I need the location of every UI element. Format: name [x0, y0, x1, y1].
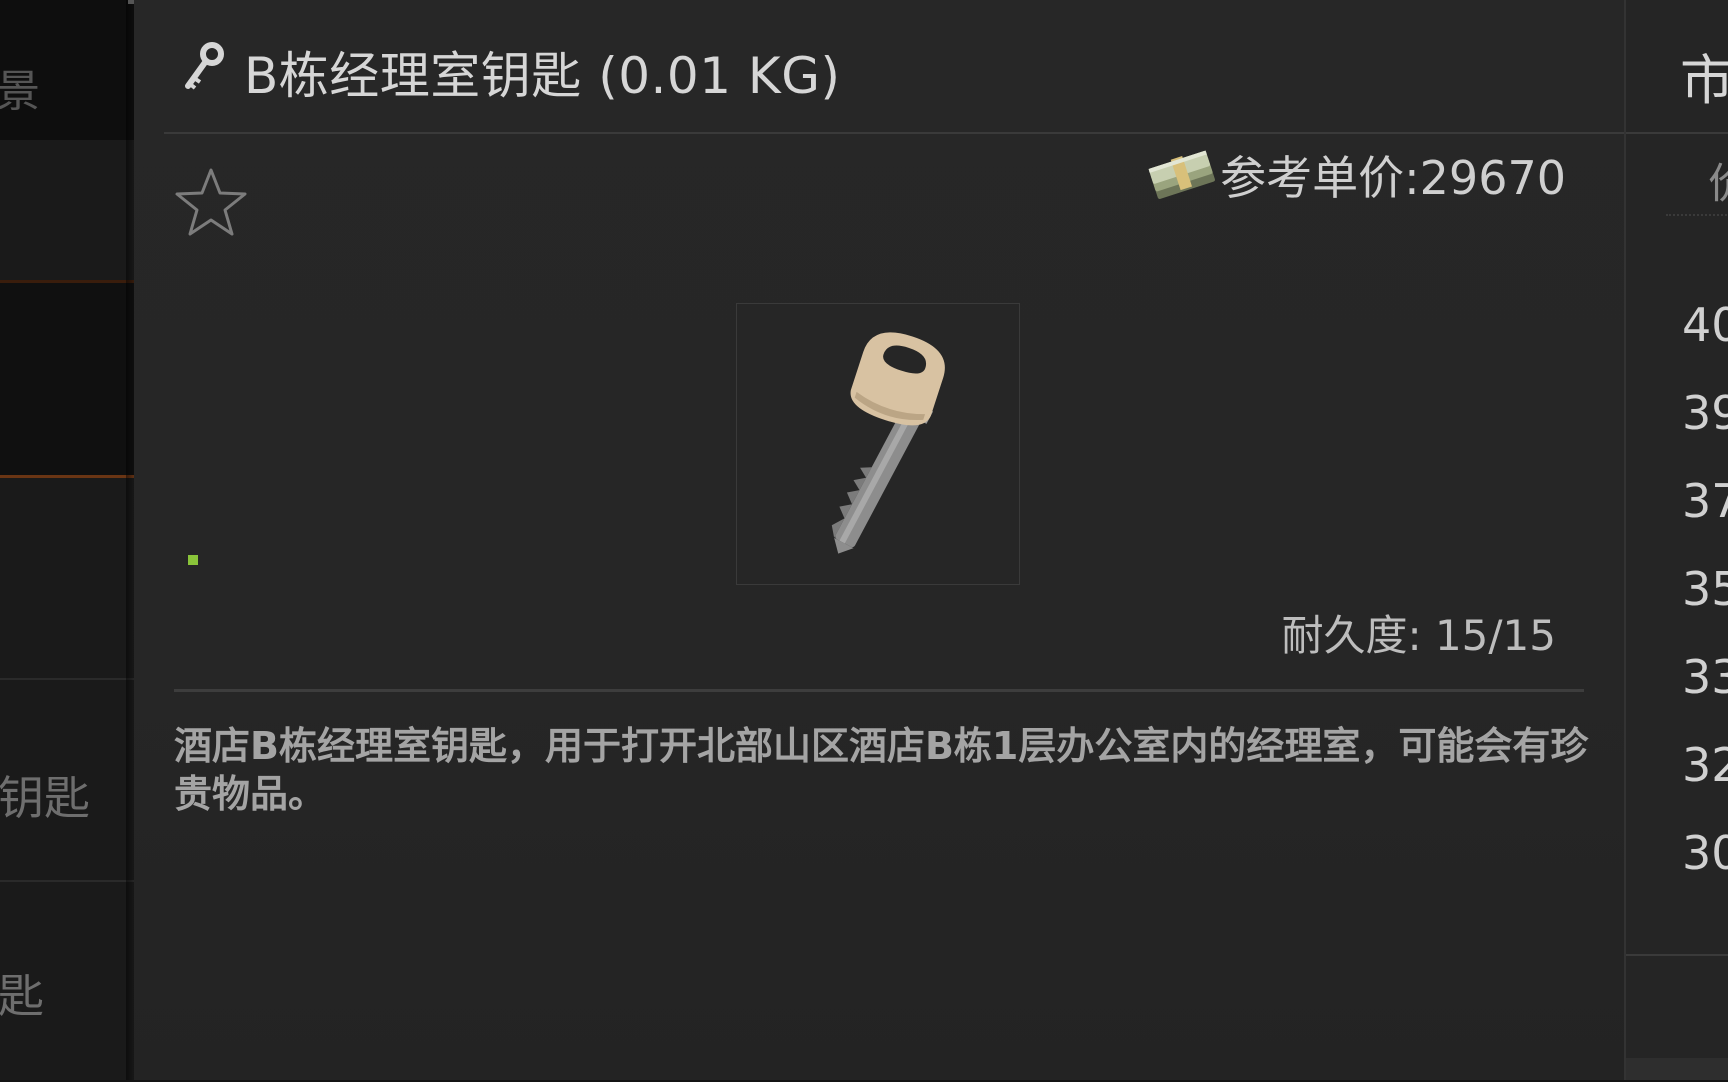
item-image-frame [736, 303, 1020, 585]
market-panel: 市 价 40 39 37 35 33 32 30 [1624, 0, 1728, 1080]
market-price-header: 价 [1708, 150, 1728, 211]
market-title-divider [1626, 132, 1728, 134]
list-item[interactable]: 匙 [0, 882, 134, 1082]
item-list-panel: 景 钥匙 匙 [0, 0, 134, 1080]
item-title-bar: B栋经理室钥匙 (0.01 KG) [134, 0, 1624, 134]
title-divider [164, 132, 1624, 134]
market-price-row[interactable]: 39 [1682, 386, 1728, 440]
item-description: 酒店B栋经理室钥匙，用于打开北部山区酒店B栋1层办公室内的经理室，可能会有珍贵物… [174, 724, 1589, 816]
item-detail-panel: B栋经理室钥匙 (0.01 KG) 参考单价:29670 耐久度: 15/15 … [134, 0, 1624, 1080]
description-divider [174, 689, 1584, 692]
reference-price: 参考单价:29670 [1146, 142, 1566, 208]
item-list-header: 景 [0, 0, 134, 140]
list-item[interactable] [0, 478, 134, 680]
item-title: B栋经理室钥匙 (0.01 KG) [244, 47, 841, 105]
list-item[interactable] [0, 140, 134, 283]
market-price-row[interactable]: 33 [1682, 650, 1728, 704]
list-item[interactable]: 钥匙 [0, 680, 134, 882]
key-icon [185, 42, 224, 90]
status-indicator [188, 555, 198, 565]
reference-price-text: 参考单价:29670 [1220, 151, 1566, 205]
item-list-header-text: 景 [0, 66, 40, 117]
market-footer-divider [1626, 954, 1728, 956]
market-price-row[interactable]: 40 [1682, 298, 1728, 352]
market-footer [1626, 1058, 1728, 1080]
market-price-row[interactable]: 30 [1682, 826, 1728, 880]
list-item-label: 匙 [0, 969, 44, 1023]
market-price-row[interactable]: 37 [1682, 474, 1728, 528]
market-price-row[interactable]: 32 [1682, 738, 1728, 792]
favorite-star-icon[interactable] [174, 166, 248, 238]
list-item-label: 钥匙 [0, 771, 90, 825]
list-item-selected[interactable] [0, 283, 134, 478]
key-item-image [831, 332, 945, 554]
market-price-row[interactable]: 35 [1682, 562, 1728, 616]
market-panel-title: 市 [1680, 49, 1728, 112]
money-stack-icon [1148, 150, 1216, 199]
market-header-divider [1666, 214, 1728, 216]
durability-text: 耐久度: 15/15 [1281, 611, 1556, 660]
